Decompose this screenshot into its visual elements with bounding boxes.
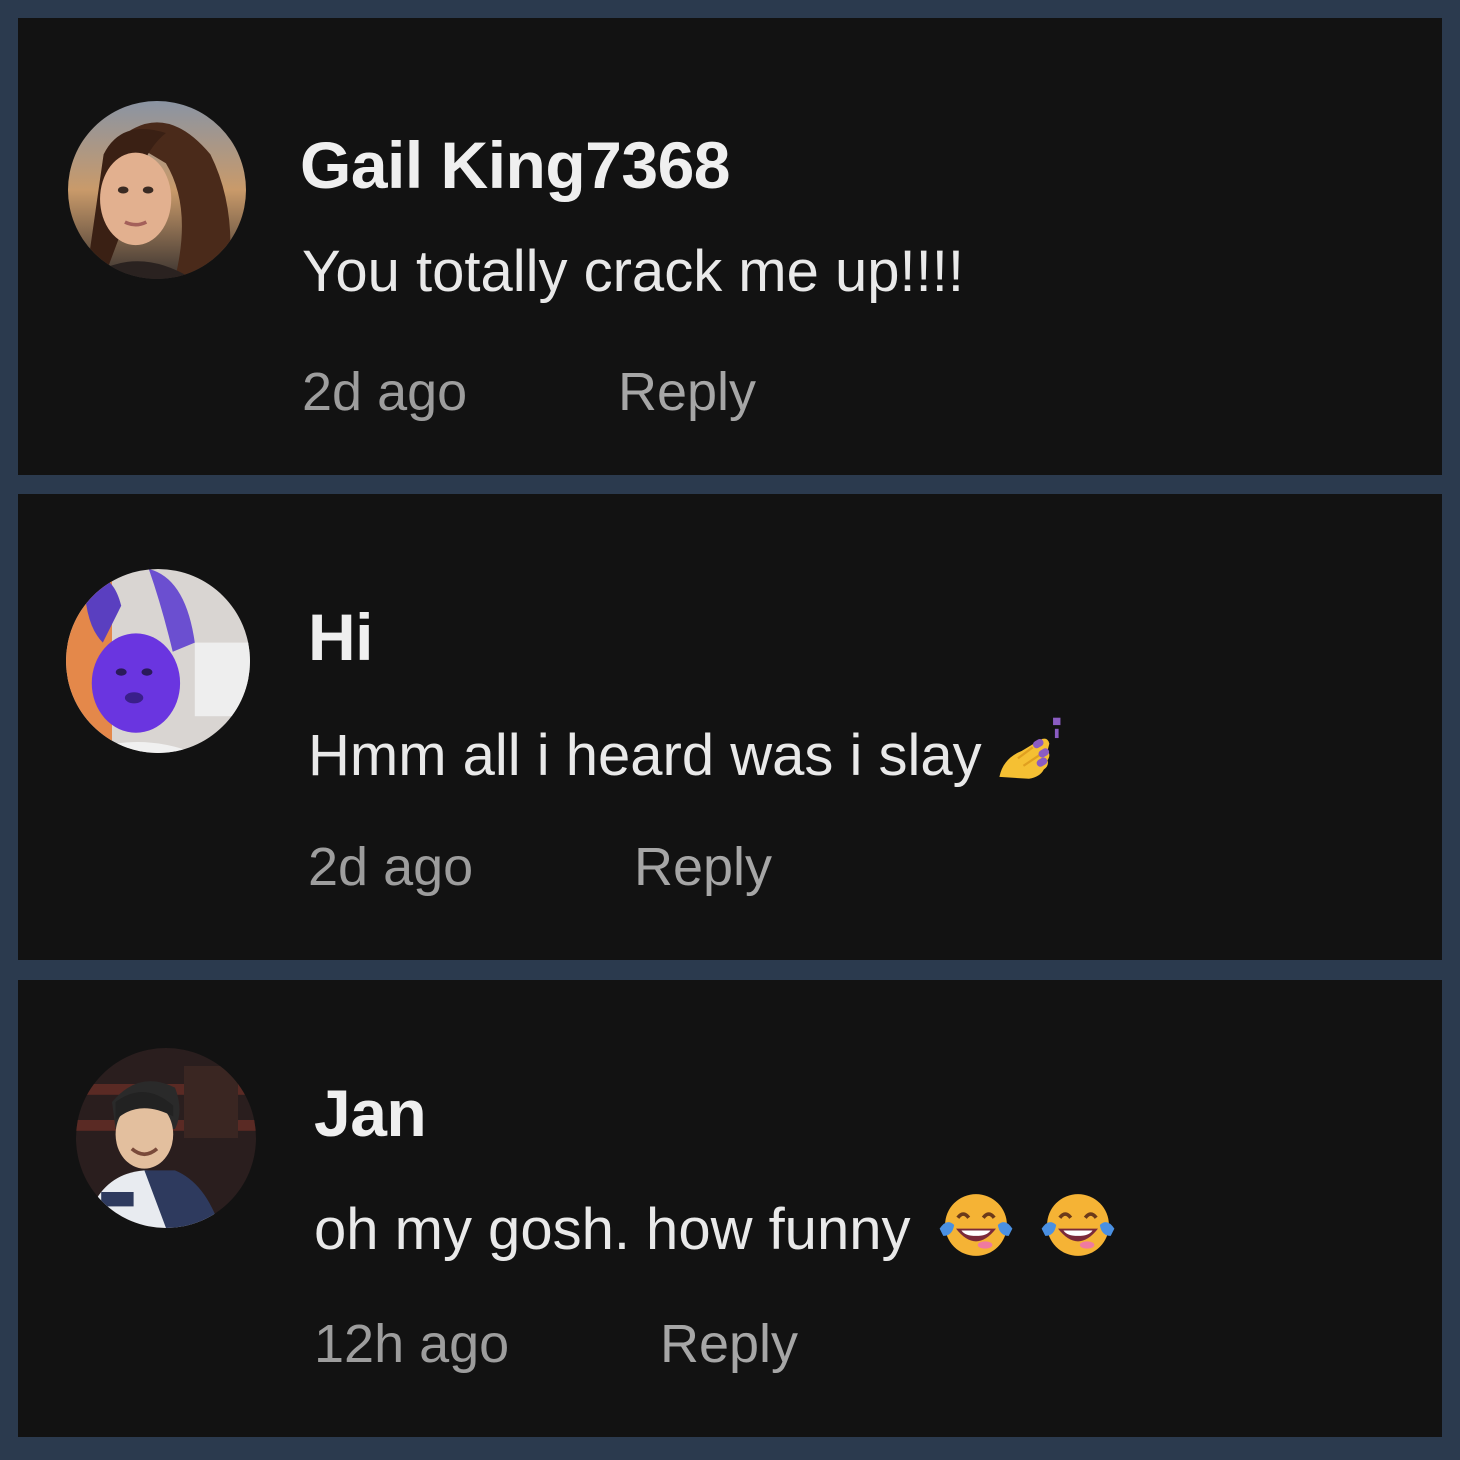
- username[interactable]: Jan: [314, 1080, 427, 1146]
- comment-text-content: Hmm all i heard was i slay: [308, 723, 982, 788]
- username[interactable]: Gail King7368: [300, 132, 731, 198]
- tears-of-joy-emoji-icon: [1038, 1188, 1118, 1272]
- nail-polish-emoji-icon: [992, 714, 1066, 798]
- username[interactable]: Hi: [308, 604, 374, 670]
- tears-of-joy-emoji-icon: [936, 1188, 1016, 1272]
- smiling-person-avatar-icon: [76, 1048, 256, 1228]
- purple-doll-avatar-icon: [66, 569, 250, 753]
- comment-text: You totally crack me up!!!!: [302, 243, 964, 301]
- comment-timestamp: 2d ago: [302, 362, 468, 422]
- comment-timestamp: 2d ago: [308, 837, 474, 897]
- comment-text: oh my gosh. how funny: [314, 1188, 1118, 1272]
- comment-card: Gail King7368 You totally crack me up!!!…: [18, 18, 1442, 475]
- user-avatar[interactable]: [76, 1048, 256, 1228]
- comment-card: Jan oh my gosh. how funny 12h ago Reply: [18, 980, 1442, 1437]
- user-avatar[interactable]: [68, 101, 246, 279]
- reply-button[interactable]: Reply: [634, 840, 772, 894]
- woman-portrait-avatar-icon: [68, 101, 246, 279]
- comment-card: Hi Hmm all i heard was i slay 2d ago Rep…: [18, 494, 1442, 960]
- comment-text-content: You totally crack me up!!!!: [302, 239, 964, 304]
- comment-text: Hmm all i heard was i slay: [308, 714, 1066, 798]
- user-avatar[interactable]: [66, 569, 250, 753]
- comment-timestamp: 12h ago: [314, 1314, 510, 1374]
- reply-button[interactable]: Reply: [618, 365, 756, 419]
- comment-text-content: oh my gosh. how funny: [314, 1197, 911, 1262]
- reply-button[interactable]: Reply: [660, 1317, 798, 1371]
